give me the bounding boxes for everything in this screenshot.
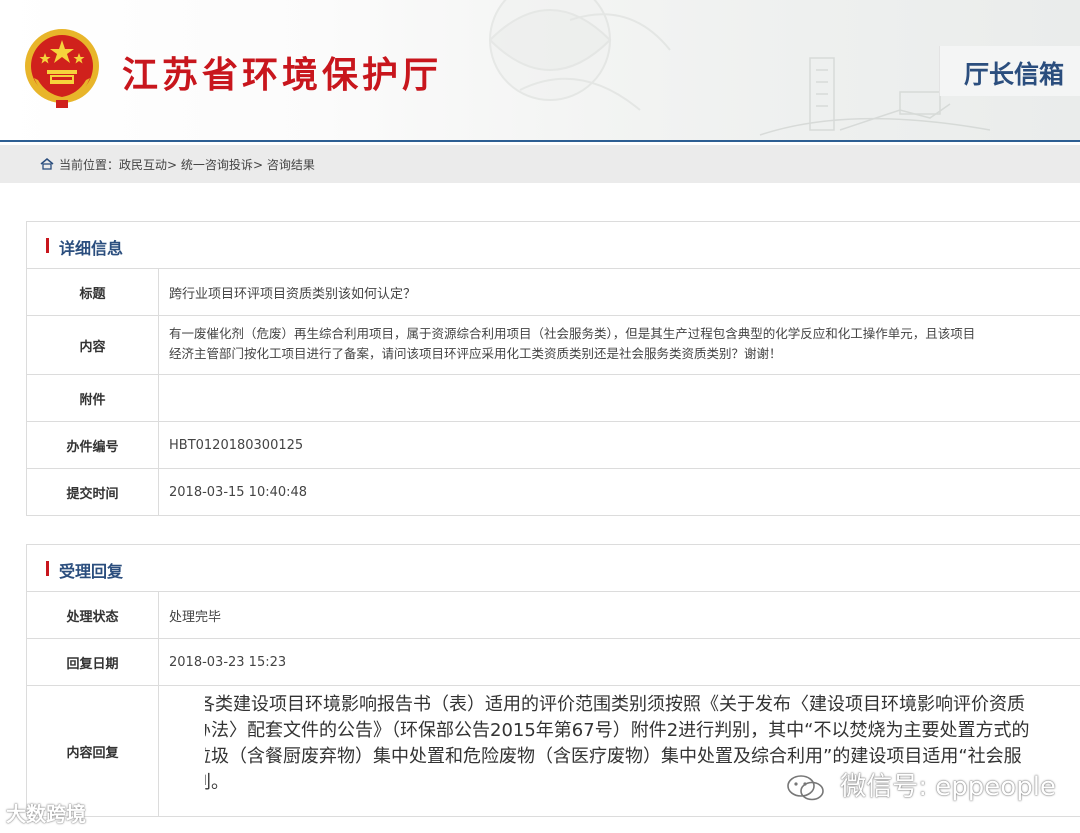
case-number-label: 办件编号 — [27, 422, 159, 468]
watermark-right: 微信号: eppeople — [786, 766, 1056, 803]
national-emblem-icon — [25, 29, 99, 108]
watermark-right-text: 微信号: eppeople — [840, 772, 1056, 802]
title-label: 标题 — [27, 269, 159, 315]
reply-panel-title: 受理回复 — [59, 562, 124, 581]
table-row: 回复日期 2018-03-23 15:23 — [27, 639, 1080, 686]
table-row: 提交时间 2018-03-15 10:40:48 — [27, 469, 1080, 515]
status-label: 处理状态 — [27, 592, 159, 638]
site-title: 江苏省环境保护厅 — [122, 55, 443, 96]
details-panel: 详细信息 标题 跨行业项目环评项目资质类别该如何认定？ 内容 有一废催化剂（危废… — [26, 221, 1080, 516]
attachment-label: 附件 — [27, 375, 159, 421]
reply-date-value: 2018-03-23 15:23 — [169, 654, 287, 670]
table-row: 办件编号 HBT0120180300125 — [27, 422, 1080, 469]
content-value: 有一废催化剂（危废）再生综合利用项目，属于资源综合利用项目（社会服务类），但是其… — [169, 316, 1080, 382]
submit-time-label: 提交时间 — [27, 469, 159, 515]
director-mailbox-label[interactable]: 厅长信箱 — [939, 46, 1080, 96]
header-divider — [0, 140, 1080, 142]
breadcrumb-item-consult[interactable]: 统一咨询投诉 — [181, 158, 253, 172]
director-mailbox-text: 厅长信箱 — [964, 60, 1065, 89]
details-panel-title: 详细信息 — [59, 239, 124, 258]
breadcrumb-item-result[interactable]: 咨询结果 — [267, 158, 315, 172]
site-header: 江苏省环境保护厅 厅长信箱 — [0, 0, 1080, 142]
reply-date-label: 回复日期 — [27, 639, 159, 685]
breadcrumb-separator: > — [167, 158, 178, 172]
section-marker — [46, 238, 49, 253]
table-row: 附件 — [27, 375, 1080, 422]
breadcrumb-prefix: 当前位置： — [59, 158, 120, 172]
breadcrumb-separator: > — [252, 158, 263, 172]
case-number-value: HBT0120180300125 — [169, 437, 304, 453]
breadcrumb-trail: 当前位置：政民互动> 统一咨询投诉> 咨询结果 — [59, 156, 315, 173]
section-marker — [46, 561, 49, 576]
content-label: 内容 — [27, 316, 159, 374]
details-panel-header: 详细信息 — [27, 222, 1080, 269]
submit-time-value: 2018-03-15 10:40:48 — [169, 484, 308, 500]
table-row: 标题 跨行业项目环评项目资质类别该如何认定？ — [27, 269, 1080, 316]
table-row: 内容 有一废催化剂（危废）再生综合利用项目，属于资源综合利用项目（社会服务类），… — [27, 316, 1080, 375]
reply-panel-header: 受理回复 — [27, 545, 1080, 592]
watermark-left: 大数跨境 — [6, 798, 86, 827]
reply-line: 各类建设项目环境影响报告书（表）适用的评价范围类别须按照《关于发布〈建设项目环境… — [205, 694, 1025, 715]
content-line: 有一废催化剂（危废）再生综合利用项目，属于资源综合利用项目（社会服务类），但是其… — [169, 326, 976, 341]
title-value: 跨行业项目环评项目资质类别该如何认定？ — [169, 286, 417, 302]
reply-content-label: 内容回复 — [27, 686, 159, 816]
attachment-value[interactable] — [169, 375, 1080, 421]
content-line: 经济主管部门按化工项目进行了备案，请问该项目环评应采用化工类资质类别还是社会服务… — [169, 346, 782, 361]
status-value: 处理完毕 — [169, 609, 222, 625]
home-icon — [40, 158, 54, 170]
table-row: 处理状态 处理完毕 — [27, 592, 1080, 639]
breadcrumb-item-interaction[interactable]: 政民互动 — [119, 158, 167, 172]
reply-line: 办法〉配套文件的公告》（环保部公告2015年第67号）附件2进行判别，其中“不以… — [205, 720, 1030, 741]
watermark-left-text: 大数跨境 — [6, 802, 86, 826]
wechat-icon — [787, 774, 824, 800]
breadcrumb: 当前位置：政民互动> 统一咨询投诉> 咨询结果 — [0, 145, 1080, 183]
